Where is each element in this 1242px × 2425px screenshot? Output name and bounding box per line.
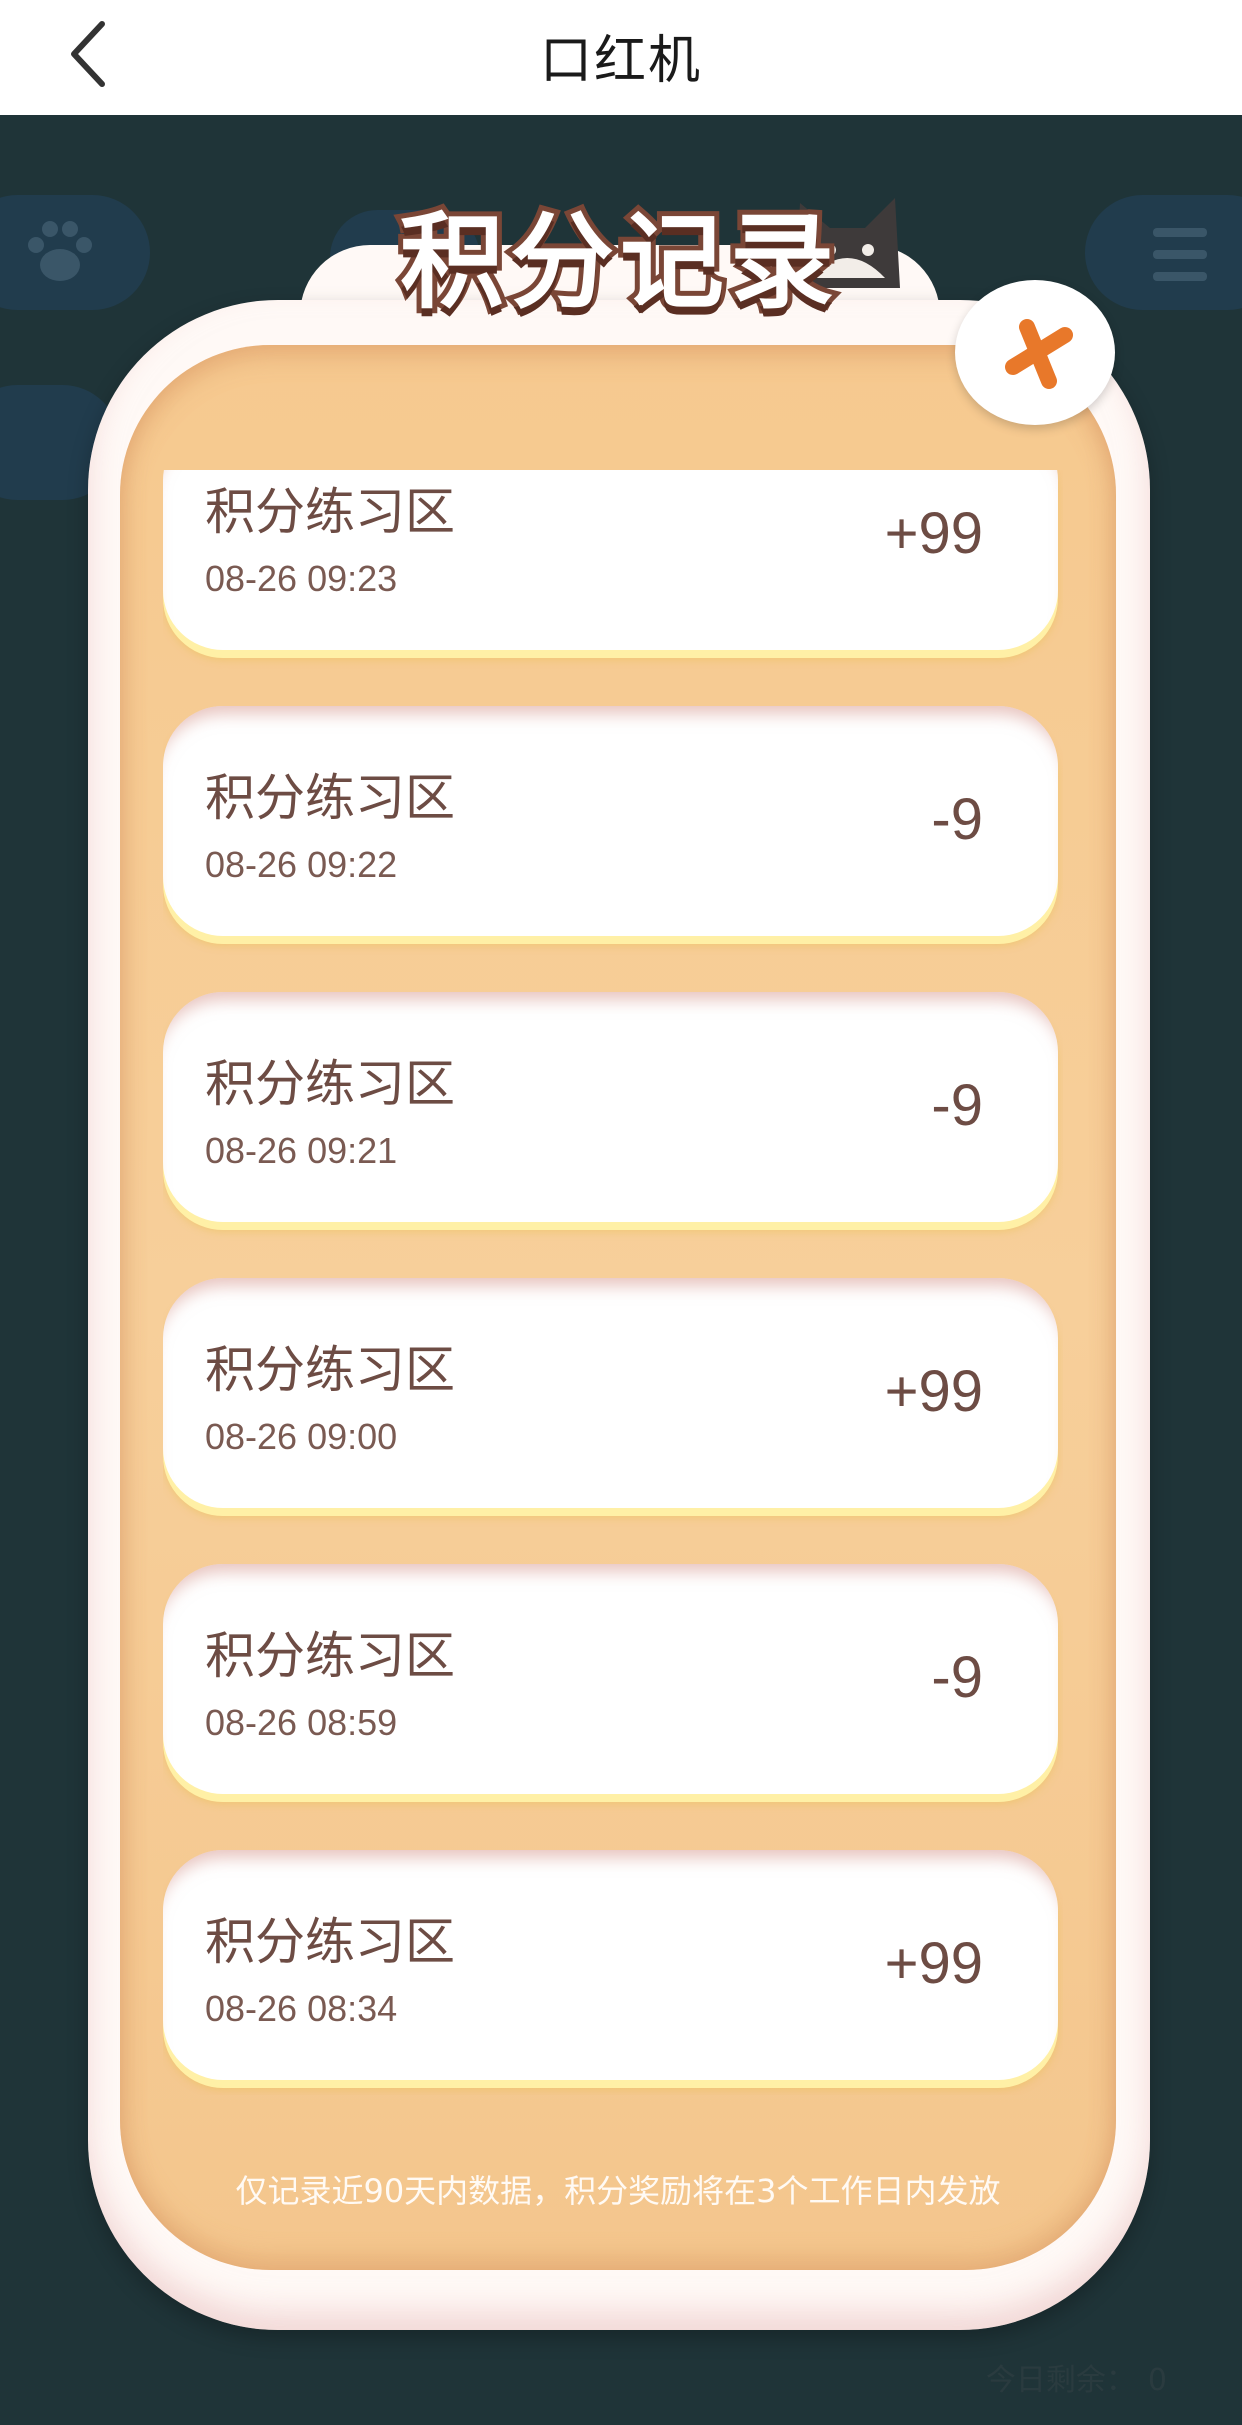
record-time: 08-26 09:21: [205, 1130, 398, 1171]
record-item: 积分练习区 08-26 08:59 -9: [163, 1564, 1058, 1794]
record-points: +99: [884, 501, 983, 566]
remaining-count: 今日剩余： 0: [986, 2355, 1167, 2399]
record-time: 08-26 09:23: [205, 558, 398, 599]
record-item: 积分练习区 08-26 09:00 +99: [163, 1278, 1058, 1508]
close-icon: [1005, 319, 1073, 389]
close-button[interactable]: [955, 280, 1115, 425]
record-time: 08-26 09:00: [205, 1416, 398, 1457]
record-time: 08-26 08:34: [205, 1988, 398, 2029]
menu-button: [1085, 195, 1242, 310]
record-points: -9: [931, 1645, 983, 1710]
footer-note: 仅记录近90天内数据，积分奖励将在3个工作日内发放: [235, 2172, 1001, 2210]
record-name: 积分练习区: [205, 1913, 455, 1971]
paw-button: [0, 195, 150, 310]
record-item: 积分练习区 08-26 09:21 -9: [163, 992, 1058, 1222]
record-points: -9: [931, 1073, 983, 1138]
record-name: 积分练习区: [205, 769, 455, 827]
remaining-value: 0: [1147, 2363, 1167, 2398]
record-item: 积分练习区 08-26 09:22 -9: [163, 706, 1058, 936]
remaining-label: 今日剩余：: [985, 2363, 1136, 2398]
record-time: 08-26 09:22: [205, 844, 398, 885]
records-list[interactable]: 积分练习区 08-26 09:23 +99 积分练习区 08-26 09:22 …: [163, 470, 1063, 2095]
record-item: 积分练习区 08-26 09:23 +99: [163, 470, 1058, 650]
modal-title: 积分记录: [395, 196, 840, 328]
nav-bar: 口红机: [0, 0, 1242, 115]
menu-icon: [1153, 228, 1207, 281]
record-time: 08-26 08:59: [205, 1702, 398, 1743]
record-item: 积分练习区 08-26 08:34 +99: [163, 1850, 1058, 2080]
record-name: 积分练习区: [205, 1627, 455, 1685]
record-points: +99: [884, 1931, 983, 1996]
record-name: 积分练习区: [205, 1055, 455, 1113]
record-name: 积分练习区: [205, 483, 455, 541]
record-points: -9: [931, 787, 983, 852]
paw-icon: [28, 221, 92, 281]
page-title: 口红机: [539, 31, 702, 91]
record-name: 积分练习区: [205, 1341, 455, 1399]
record-points: +99: [884, 1359, 983, 1424]
